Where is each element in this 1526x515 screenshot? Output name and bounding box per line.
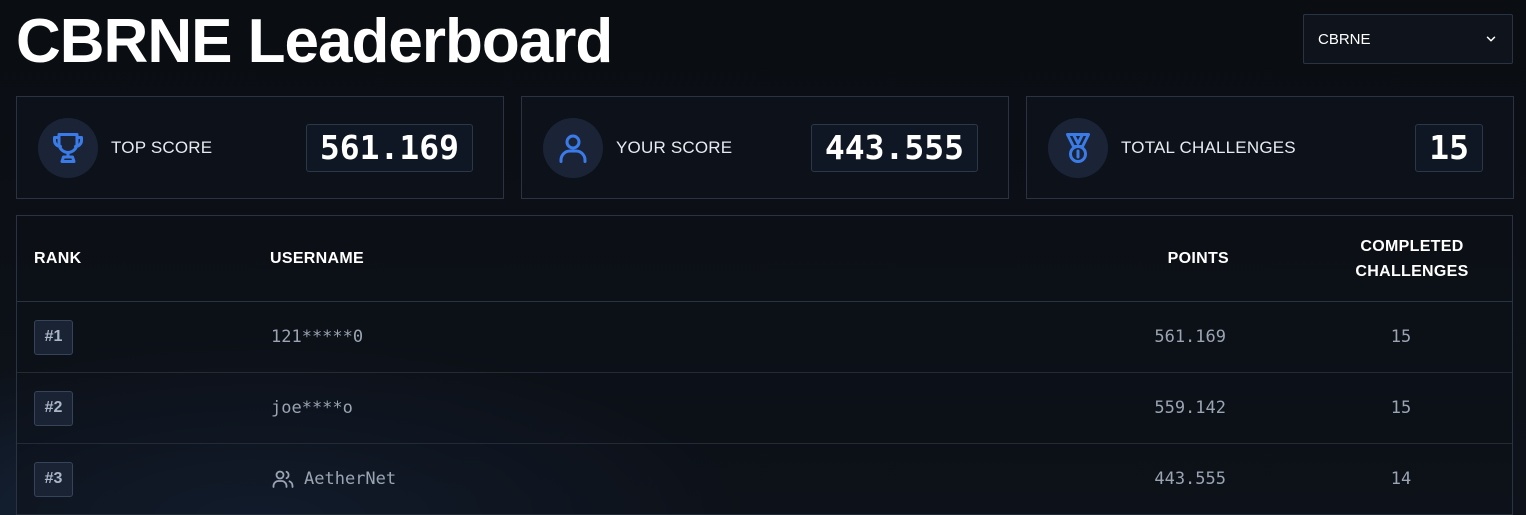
header-points[interactable]: POINTS [1077,216,1229,302]
header-rank[interactable]: RANK [34,216,81,302]
total-challenges-value: 15 [1415,123,1483,172]
completed-challenges: 14 [1390,469,1412,489]
rank-badge: #2 [34,390,73,426]
completed-challenges: 15 [1390,398,1412,418]
completed-challenges: 15 [1390,327,1412,347]
medal-icon [1048,117,1108,178]
header-completed-challenges[interactable]: COMPLETED CHALLENGES [1337,216,1487,302]
table-row[interactable]: #1 121*****0 561.169 15 [17,302,1512,373]
username: joe****o [271,398,353,418]
points: 443.555 [1154,469,1226,489]
top-score-value: 561.169 [305,123,473,172]
stats-cards: TOP SCORE 561.169 YOUR SCORE 443.555 TOT… [16,96,1514,199]
team-icon [272,470,294,488]
username: AetherNet [304,469,397,489]
top-score-card: TOP SCORE 561.169 [16,96,504,199]
trophy-icon [38,117,98,178]
top-score-label: TOP SCORE [111,137,213,157]
table-row[interactable]: #3 AetherNet 443.555 14 [17,444,1512,515]
your-score-card: YOUR SCORE 443.555 [521,96,1009,199]
chevron-down-icon [1486,36,1496,42]
table-row[interactable]: #2 joe****o 559.142 15 [17,373,1512,444]
rank-badge: #1 [34,319,73,355]
category-select-value: CBRNE [1318,30,1371,48]
table-header: RANK USERNAME POINTS COMPLETED CHALLENGE… [17,216,1512,302]
total-challenges-card: TOTAL CHALLENGES 15 [1026,96,1514,199]
user-icon [543,117,603,178]
category-select[interactable]: CBRNE [1303,14,1513,64]
total-challenges-label: TOTAL CHALLENGES [1121,137,1296,157]
your-score-value: 443.555 [810,123,978,172]
your-score-label: YOUR SCORE [616,137,733,157]
points: 561.169 [1154,327,1226,347]
header-username[interactable]: USERNAME [270,216,364,302]
leaderboard-table: RANK USERNAME POINTS COMPLETED CHALLENGE… [16,215,1513,515]
rank-badge: #3 [34,461,73,497]
username: 121*****0 [271,327,364,347]
page-title: CBRNE Leaderboard [16,7,613,76]
points: 559.142 [1154,398,1226,418]
